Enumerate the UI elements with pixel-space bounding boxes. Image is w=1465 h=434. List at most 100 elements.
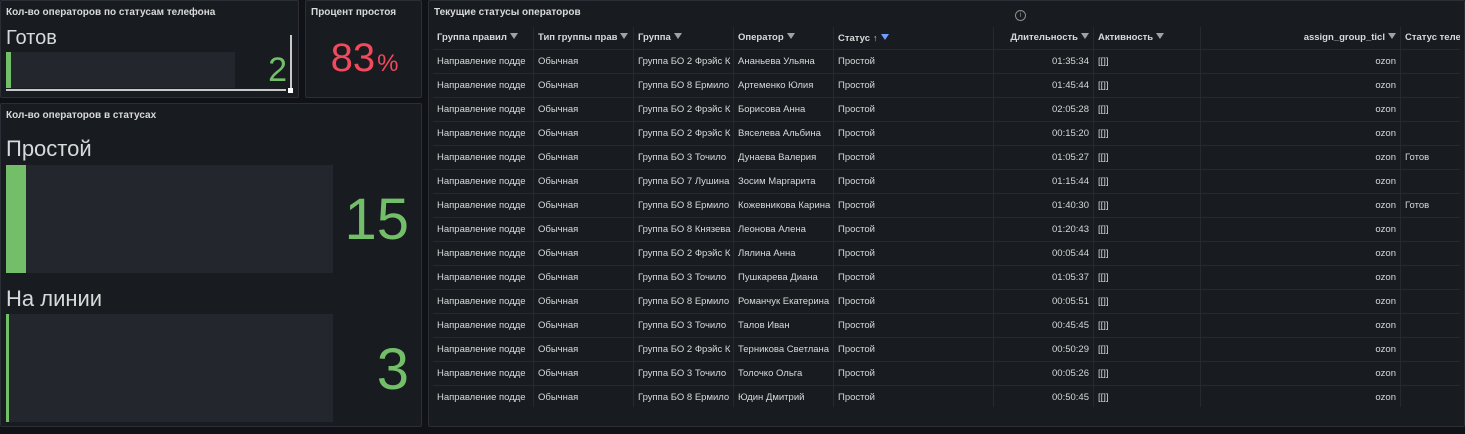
table-cell: [[]] (1093, 194, 1200, 217)
table-cell: ozon (1200, 194, 1400, 217)
table-row[interactable]: Направление подде Обычная Группа БО 2 Фрэй… (433, 49, 1460, 73)
table-cell: Группа БО 2 Фрэйс К (633, 122, 733, 145)
table-row[interactable]: Направление подде Обычная Группа БО 8 Ерми… (433, 193, 1460, 217)
table-cell: Простой (833, 218, 993, 241)
table-cell: Простой (833, 362, 993, 385)
column-header[interactable]: Группа (633, 27, 733, 49)
table-cell: 00:15:20 (993, 122, 1093, 145)
table-cell: Простой (833, 266, 993, 289)
gauge-fill (6, 52, 11, 88)
column-header-label: Тип группы прав (538, 32, 618, 43)
column-header[interactable]: Длительность (993, 27, 1093, 49)
table-cell: Обычная (533, 122, 633, 145)
info-icon[interactable]: i (1015, 10, 1026, 21)
column-header-label: Активность (1098, 32, 1154, 43)
table-cell: Кожевникова Карина (733, 194, 833, 217)
table-cell: 01:05:37 (993, 266, 1093, 289)
table-cell: ozon (1200, 290, 1400, 313)
table-cell: Простой (833, 146, 993, 169)
table-cell (1400, 218, 1460, 241)
table-cell (1400, 314, 1460, 337)
column-header[interactable]: assign_group_ticl (1200, 27, 1400, 49)
filter-icon[interactable] (509, 33, 518, 40)
table-cell: ozon (1200, 74, 1400, 97)
table-cell (1400, 242, 1460, 265)
table-cell: Направление подде (437, 128, 526, 139)
operators-table: Группа правил Тип группы прав Группа Операт… (433, 27, 1460, 407)
table-cell: Группа БО 3 Точило (633, 146, 733, 169)
column-header[interactable]: Статус теле (1400, 27, 1460, 49)
table-cell: ozon (1200, 170, 1400, 193)
table-cell: 00:45:45 (993, 314, 1093, 337)
table-cell (1400, 266, 1460, 289)
status-value-idle: 15 (344, 187, 409, 252)
table-cell: Направление подде (437, 104, 526, 115)
table-cell: Обычная (533, 170, 633, 193)
scrollbar-horizontal[interactable] (6, 89, 286, 91)
table-cell: [[]] (1093, 50, 1200, 73)
filter-icon[interactable] (880, 34, 889, 41)
table-cell: Обычная (533, 194, 633, 217)
table-row[interactable]: Направление подде Обычная Группа БО 2 Фрэй… (433, 337, 1460, 361)
table-row[interactable]: Направление подде Обычная Группа БО 3 Точи… (433, 361, 1460, 385)
table-cell: Группа БО 3 Точило (633, 314, 733, 337)
table-cell: Обычная (533, 218, 633, 241)
table-row[interactable]: Направление подде Обычная Группа БО 3 Точи… (433, 313, 1460, 337)
table-row[interactable]: Направление подде Обычная Группа БО 2 Фрэй… (433, 121, 1460, 145)
panel-title: Кол-во операторов по статусам телефона (6, 7, 216, 18)
scrollbar-vertical[interactable] (290, 35, 292, 89)
table-cell: ozon (1200, 242, 1400, 265)
table-cell: ozon (1200, 266, 1400, 289)
status-track-online (6, 314, 333, 422)
column-header-label: Группа правил (437, 32, 507, 43)
table-cell: Обычная (533, 338, 633, 361)
table-cell: ozon (1200, 362, 1400, 385)
table-cell: 01:40:30 (993, 194, 1093, 217)
table-cell: Готов (1400, 194, 1460, 217)
table-cell: Ананьева Ульяна (733, 50, 833, 73)
table-cell: [[]] (1093, 386, 1200, 407)
table-cell: Обычная (533, 290, 633, 313)
table-cell: [[]] (1093, 146, 1200, 169)
table-cell: Обычная (533, 50, 633, 73)
table-row[interactable]: Направление подде Обычная Группа БО 3 Точи… (433, 265, 1460, 289)
table-cell (1400, 170, 1460, 193)
status-label-online: На линии (6, 286, 103, 311)
table-row[interactable]: Направление подде Обычная Группа БО 3 Точи… (433, 145, 1460, 169)
table-cell: Направление подде (437, 80, 526, 91)
column-header[interactable]: Тип группы прав (533, 27, 633, 49)
table-cell: Направление подде (437, 248, 526, 259)
table-cell: [[]] (1093, 98, 1200, 121)
filter-icon[interactable] (620, 33, 629, 40)
table-row[interactable]: Направление подде Обычная Группа БО 8 Княз… (433, 217, 1460, 241)
table-cell: Простой (833, 122, 993, 145)
table-row[interactable]: Направление подде Обычная Группа БО 8 Ерми… (433, 289, 1460, 313)
column-header-label: Длительность (1010, 32, 1078, 43)
column-header[interactable]: Оператор (733, 27, 833, 49)
table-cell: Направление подде (437, 320, 526, 331)
resize-handle-icon[interactable] (288, 88, 293, 93)
table-row[interactable]: Направление подде Обычная Группа БО 2 Фрэй… (433, 241, 1460, 265)
table-cell: 00:50:45 (993, 386, 1093, 407)
column-header[interactable]: Группа правил (433, 27, 533, 49)
table-cell: 00:05:44 (993, 242, 1093, 265)
column-header[interactable]: Статус ↑ (833, 27, 993, 49)
table-row[interactable]: Направление подде Обычная Группа БО 8 Ерми… (433, 385, 1460, 407)
table-cell: Группа БО 3 Точило (633, 362, 733, 385)
table-cell: Направление подде (437, 392, 526, 403)
table-cell: 01:15:44 (993, 170, 1093, 193)
table-cell: Группа БО 2 Фрэйс К (633, 242, 733, 265)
table-cell: Группа БО 8 Князева (633, 218, 733, 241)
table-row[interactable]: Направление подде Обычная Группа БО 2 Фрэй… (433, 97, 1460, 121)
filter-icon[interactable] (1156, 33, 1165, 40)
filter-icon[interactable] (786, 33, 795, 40)
filter-icon[interactable] (1388, 33, 1396, 40)
table-cell: Пушкарева Диана (733, 266, 833, 289)
column-header[interactable]: Активность (1093, 27, 1200, 49)
sort-ascending-icon[interactable]: ↑ (873, 33, 878, 43)
table-cell: ozon (1200, 218, 1400, 241)
table-row[interactable]: Направление подде Обычная Группа БО 8 Ерми… (433, 73, 1460, 97)
filter-icon[interactable] (673, 33, 682, 40)
table-row[interactable]: Направление подде Обычная Группа БО 7 Луши… (433, 169, 1460, 193)
filter-icon[interactable] (1081, 33, 1089, 40)
